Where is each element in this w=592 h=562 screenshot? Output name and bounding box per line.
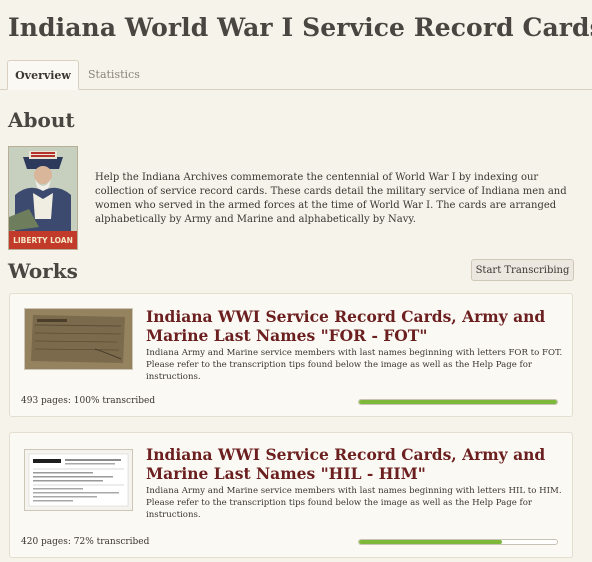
liberty-loan-poster-image: LIBERTY LOAN: [8, 146, 78, 250]
work-progress-bar: [358, 399, 558, 405]
tab-bar: Overview Statistics: [0, 60, 592, 90]
tab-overview[interactable]: Overview: [7, 60, 79, 90]
work-title-link[interactable]: Indiana WWI Service Record Cards, Army a…: [146, 307, 556, 345]
poster-caption: LIBERTY LOAN: [13, 236, 73, 245]
start-transcribing-button[interactable]: Start Transcribing: [471, 259, 574, 281]
about-heading: About: [8, 108, 75, 132]
work-description: Indiana Army and Marine service members …: [146, 348, 563, 382]
about-description: Help the Indiana Archives commemorate th…: [95, 172, 567, 225]
page: Indiana World War I Service Record Cards…: [0, 0, 592, 562]
works-heading: Works: [8, 259, 78, 283]
work-pages-status: 493 pages: 100% transcribed: [21, 396, 156, 406]
work-thumbnail-image[interactable]: [24, 449, 133, 511]
work-progress-fill: [359, 540, 502, 544]
work-card: Indiana WWI Service Record Cards, Army a…: [9, 293, 573, 417]
page-title: Indiana World War I Service Record Cards: [8, 13, 592, 42]
work-thumbnail-image[interactable]: [24, 308, 133, 370]
work-card: Indiana WWI Service Record Cards, Army a…: [9, 432, 573, 558]
work-progress-fill: [359, 400, 557, 404]
work-description: Indiana Army and Marine service members …: [146, 486, 562, 520]
work-progress-bar: [358, 539, 558, 545]
work-title-link[interactable]: Indiana WWI Service Record Cards, Army a…: [146, 445, 556, 483]
tab-statistics[interactable]: Statistics: [88, 60, 140, 89]
work-pages-status: 420 pages: 72% transcribed: [21, 537, 150, 547]
